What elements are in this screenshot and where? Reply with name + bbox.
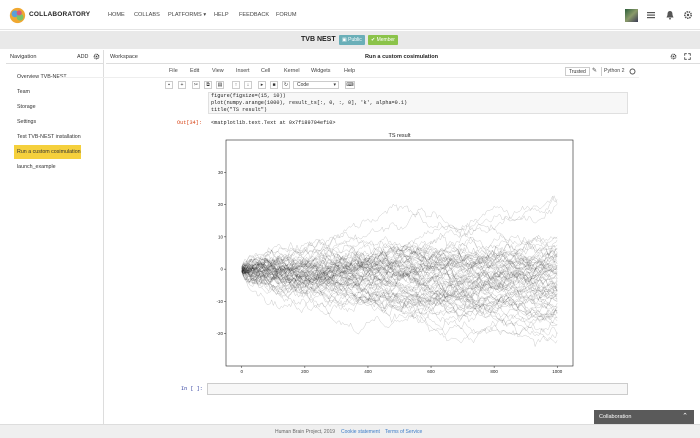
sidebar-item-test-installation[interactable]: Test TVB-NEST installation: [17, 134, 81, 140]
collaboratory-logo[interactable]: [9, 7, 26, 24]
gear-icon[interactable]: [683, 10, 693, 20]
collaboration-label: Collaboration: [599, 414, 632, 420]
restart-icon[interactable]: ↻: [282, 81, 290, 89]
menu-kernel[interactable]: Kernel: [284, 68, 300, 74]
workspace-gear-icon[interactable]: [670, 53, 677, 60]
x-tick-label: 600: [427, 369, 435, 374]
menu-view[interactable]: View: [212, 68, 224, 74]
pencil-icon[interactable]: ✎: [592, 67, 597, 74]
chart-title: TS result: [388, 133, 410, 139]
nav-collabs[interactable]: COLLABS: [134, 12, 160, 18]
x-tick-label: 200: [301, 369, 309, 374]
nav-platforms[interactable]: PLATFORMS ▾: [168, 12, 206, 18]
cell-type-value: Code: [297, 82, 309, 88]
sidebar-gear-icon[interactable]: [93, 53, 100, 60]
code-line-2: plot(numpy.arange(1000), result_ts[:, 0,…: [211, 100, 408, 106]
avatar[interactable]: [625, 9, 638, 22]
menu-widgets[interactable]: Widgets: [311, 68, 330, 74]
terms-of-service-link[interactable]: Terms of Service: [385, 429, 422, 435]
workspace-header: Workspace Run a custom cosimulation: [106, 50, 700, 64]
move-down-icon[interactable]: ↓: [244, 81, 252, 89]
y-tick-label: 30: [218, 170, 224, 175]
menu-file[interactable]: File: [169, 68, 178, 74]
workspace-page-title: Run a custom cosimulation: [365, 54, 439, 60]
paste-icon[interactable]: ▤: [216, 81, 224, 89]
menu-cell[interactable]: Cell: [261, 68, 270, 74]
trusted-indicator[interactable]: Trusted: [565, 67, 590, 76]
list-icon[interactable]: [646, 10, 656, 20]
run-icon[interactable]: ▸: [258, 81, 266, 89]
sidebar-title: Navigation: [10, 54, 37, 60]
footer: Human Brain Project, 2019 Cookie stateme…: [0, 424, 700, 438]
public-badge[interactable]: ▣ Public: [339, 35, 365, 45]
y-tick-label: 20: [218, 202, 224, 207]
in-prompt: In [ ]:: [181, 386, 203, 392]
y-tick-label: 0: [220, 267, 223, 272]
nav-forum[interactable]: FORUM: [276, 12, 297, 18]
x-tick-label: 1000: [552, 369, 563, 374]
out-prompt: Out[34]:: [177, 120, 202, 126]
code-line-1: figure(figsize=(15, 10)): [211, 93, 286, 99]
member-badge[interactable]: ✔ Member: [368, 35, 398, 45]
sidebar-item-launch-example[interactable]: launch_example: [17, 164, 56, 170]
workspace-label: Workspace: [110, 54, 138, 60]
kernel-name: Python 2: [601, 67, 626, 76]
cut-icon[interactable]: ✂: [192, 81, 200, 89]
footer-project: Human Brain Project, 2019: [275, 429, 336, 435]
x-tick-label: 800: [490, 369, 498, 374]
collaboration-panel[interactable]: Collaboration ⌃: [594, 410, 694, 424]
chevron-down-icon: ▾: [333, 82, 336, 88]
move-up-icon[interactable]: ↑: [232, 81, 240, 89]
sidebar-item-team[interactable]: Team: [17, 89, 30, 95]
copy-icon[interactable]: ⧉: [204, 81, 212, 89]
menu-edit[interactable]: Edit: [190, 68, 199, 74]
empty-code-cell[interactable]: [207, 383, 628, 395]
keyboard-icon[interactable]: ⌨: [345, 81, 355, 89]
sidebar-item-storage[interactable]: Storage: [17, 104, 36, 110]
nav-feedback[interactable]: FEEDBACK: [239, 12, 269, 18]
collab-title: TVB NEST: [301, 36, 336, 43]
x-tick-label: 0: [241, 369, 244, 374]
y-tick-label: -20: [216, 331, 223, 336]
stop-icon[interactable]: ■: [270, 81, 278, 89]
public-badge-label: Public: [348, 37, 362, 43]
sidebar-add-button[interactable]: ADD: [77, 54, 88, 60]
member-badge-label: Member: [376, 37, 395, 43]
brand-name[interactable]: COLLABORATORY: [29, 11, 90, 18]
save-icon[interactable]: ▪: [165, 81, 173, 89]
x-tick-label: 400: [364, 369, 372, 374]
bell-icon[interactable]: [665, 10, 675, 20]
chevron-up-icon[interactable]: ⌃: [682, 412, 688, 420]
top-navbar: COLLABORATORY HOME COLLABS PLATFORMS ▾ H…: [0, 0, 700, 30]
add-cell-icon[interactable]: +: [178, 81, 186, 89]
code-line-3: title("TS result"): [211, 107, 268, 113]
sidebar-item-custom-cosimulation[interactable]: Run a custom cosimulation: [17, 149, 81, 155]
sidebar-item-settings[interactable]: Settings: [17, 119, 36, 125]
sidebar-header: Navigation ADD: [6, 50, 104, 64]
nav-home[interactable]: HOME: [108, 12, 125, 18]
y-tick-label: 10: [218, 234, 224, 239]
output-text: <matplotlib.text.Text at 0x7f189704ef10>: [211, 120, 336, 126]
expand-icon[interactable]: [684, 53, 691, 60]
ts-result-chart: TS result 0 200 400 600 800 1000 -20 -10 0 10 20 30: [216, 133, 574, 374]
menu-insert[interactable]: Insert: [236, 68, 249, 74]
cell-type-select[interactable]: Code ▾: [293, 81, 339, 89]
nav-help[interactable]: HELP: [214, 12, 229, 18]
y-tick-label: -10: [216, 299, 223, 304]
kernel-status-icon: [629, 68, 636, 75]
menu-help[interactable]: Help: [344, 68, 355, 74]
cookie-statement-link[interactable]: Cookie statement: [341, 429, 380, 435]
